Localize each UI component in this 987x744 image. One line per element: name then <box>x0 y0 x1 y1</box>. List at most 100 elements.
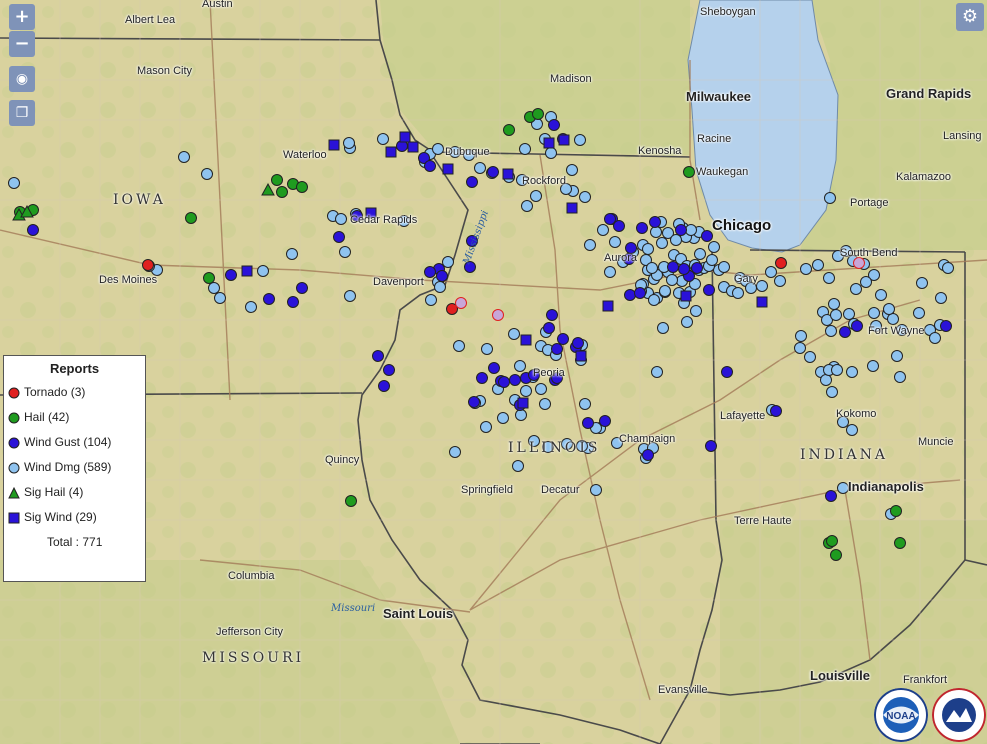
report-marker[interactable] <box>545 147 557 159</box>
report-marker[interactable] <box>642 243 654 255</box>
report-marker[interactable] <box>756 280 768 292</box>
report-marker[interactable] <box>830 309 842 321</box>
report-marker[interactable] <box>683 166 695 178</box>
report-marker[interactable] <box>468 396 480 408</box>
report-marker[interactable] <box>708 241 720 253</box>
report-marker[interactable] <box>843 308 855 320</box>
report-marker[interactable] <box>466 176 478 188</box>
report-marker[interactable] <box>520 385 532 397</box>
sig-wind-marker[interactable] <box>241 265 253 277</box>
report-marker[interactable] <box>503 124 515 136</box>
report-marker[interactable] <box>535 383 547 395</box>
sig-wind-marker[interactable] <box>520 334 532 346</box>
report-marker[interactable] <box>178 151 190 163</box>
report-marker[interactable] <box>372 350 384 362</box>
report-marker[interactable] <box>572 337 584 349</box>
report-marker[interactable] <box>604 213 616 225</box>
report-marker[interactable] <box>225 269 237 281</box>
report-marker[interactable] <box>604 266 616 278</box>
report-marker[interactable] <box>732 287 744 299</box>
report-marker[interactable] <box>335 213 347 225</box>
report-marker[interactable] <box>512 460 524 472</box>
report-marker[interactable] <box>263 293 275 305</box>
report-marker[interactable] <box>508 328 520 340</box>
report-marker[interactable] <box>599 415 611 427</box>
report-marker[interactable] <box>634 287 646 299</box>
report-marker[interactable] <box>574 134 586 146</box>
map-view[interactable]: Albert Lea Austin Sheboygan Mason City M… <box>0 0 987 744</box>
report-marker[interactable] <box>675 224 687 236</box>
report-marker[interactable] <box>613 220 625 232</box>
report-marker[interactable] <box>804 351 816 363</box>
report-marker[interactable] <box>582 417 594 429</box>
report-marker[interactable] <box>706 254 718 266</box>
report-marker[interactable] <box>823 272 835 284</box>
report-marker[interactable] <box>685 224 697 236</box>
report-marker[interactable] <box>636 222 648 234</box>
report-marker[interactable] <box>642 449 654 461</box>
report-marker[interactable] <box>383 364 395 376</box>
report-marker[interactable] <box>678 263 690 275</box>
report-marker[interactable] <box>853 257 865 269</box>
report-marker[interactable] <box>831 364 843 376</box>
report-marker[interactable] <box>514 360 526 372</box>
report-marker[interactable] <box>343 137 355 149</box>
sig-wind-marker[interactable] <box>399 131 411 143</box>
report-marker[interactable] <box>214 292 226 304</box>
report-marker[interactable] <box>434 281 446 293</box>
report-marker[interactable] <box>770 405 782 417</box>
sig-wind-marker[interactable] <box>566 202 578 214</box>
report-marker[interactable] <box>690 305 702 317</box>
report-marker[interactable] <box>498 376 510 388</box>
report-marker[interactable] <box>651 366 663 378</box>
report-marker[interactable] <box>276 186 288 198</box>
report-marker[interactable] <box>296 181 308 193</box>
report-marker[interactable] <box>208 282 220 294</box>
report-marker[interactable] <box>201 168 213 180</box>
report-marker[interactable] <box>515 409 527 421</box>
report-marker[interactable] <box>657 322 669 334</box>
report-marker[interactable] <box>775 257 787 269</box>
report-marker[interactable] <box>868 307 880 319</box>
sig-wind-marker[interactable] <box>407 141 419 153</box>
report-marker[interactable] <box>701 230 713 242</box>
report-marker[interactable] <box>339 246 351 258</box>
report-marker[interactable] <box>287 296 299 308</box>
report-marker[interactable] <box>566 164 578 176</box>
report-marker[interactable] <box>579 191 591 203</box>
report-marker[interactable] <box>875 289 887 301</box>
zoom-in-button[interactable]: + <box>9 4 35 30</box>
report-marker[interactable] <box>718 261 730 273</box>
report-marker[interactable] <box>929 332 941 344</box>
report-marker[interactable] <box>846 366 858 378</box>
report-marker[interactable] <box>377 133 389 145</box>
sig-wind-marker[interactable] <box>385 146 397 158</box>
report-marker[interactable] <box>846 424 858 436</box>
report-marker[interactable] <box>432 143 444 155</box>
report-marker[interactable] <box>509 374 521 386</box>
report-marker[interactable] <box>481 343 493 355</box>
report-marker[interactable] <box>826 386 838 398</box>
report-marker[interactable] <box>203 272 215 284</box>
report-marker[interactable] <box>543 322 555 334</box>
sig-wind-marker[interactable] <box>558 134 570 146</box>
report-marker[interactable] <box>894 371 906 383</box>
report-marker[interactable] <box>890 505 902 517</box>
report-marker[interactable] <box>837 482 849 494</box>
report-marker[interactable] <box>424 160 436 172</box>
report-marker[interactable] <box>492 309 504 321</box>
report-marker[interactable] <box>424 266 436 278</box>
report-marker[interactable] <box>825 490 837 502</box>
report-marker[interactable] <box>648 294 660 306</box>
report-marker[interactable] <box>257 265 269 277</box>
report-marker[interactable] <box>245 301 257 313</box>
report-marker[interactable] <box>867 360 879 372</box>
sig-wind-marker[interactable] <box>502 168 514 180</box>
sig-wind-marker[interactable] <box>442 163 454 175</box>
report-marker[interactable] <box>894 537 906 549</box>
report-marker[interactable] <box>667 261 679 273</box>
report-marker[interactable] <box>597 224 609 236</box>
report-marker[interactable] <box>590 484 602 496</box>
report-marker[interactable] <box>721 366 733 378</box>
report-marker[interactable] <box>425 294 437 306</box>
